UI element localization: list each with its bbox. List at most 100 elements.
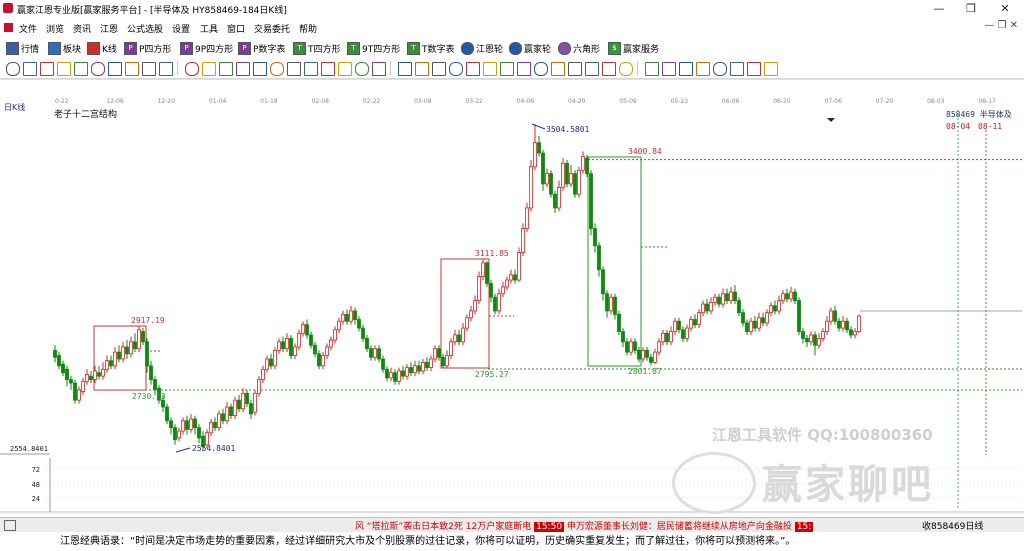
candle-body: [717, 296, 721, 305]
candle-body: [613, 296, 617, 315]
candle-body: [381, 358, 385, 370]
candle-body: [489, 283, 493, 298]
candle-body: [785, 293, 789, 300]
indicator-label: 老子十二宫结构: [54, 108, 117, 120]
candle-body: [789, 291, 793, 300]
candle-body: [285, 337, 289, 350]
candle-body: [81, 380, 85, 392]
candle-body: [89, 375, 93, 380]
candle-body: [457, 334, 461, 343]
candle-body: [417, 365, 421, 372]
price-label: 3400.84: [628, 147, 662, 156]
candle-body: [289, 337, 293, 356]
status-right-text: 收858469日线: [922, 522, 984, 532]
candle-body: [445, 355, 449, 367]
status-bar: 风 “塔拉斯”袭击日本致2死 12万户家庭断电 15:50 申万宏源董事长刘健：…: [0, 517, 1024, 532]
candle-body: [525, 207, 529, 229]
candle-body: [801, 331, 805, 339]
candle-body: [241, 392, 245, 410]
candle-body: [237, 399, 241, 410]
candle-body: [101, 368, 105, 377]
period-label: 日K线: [4, 102, 25, 112]
candle-body: [245, 392, 249, 405]
candle-body: [601, 269, 605, 295]
candle-body: [721, 293, 725, 305]
right-date-label: 08-11: [978, 122, 1002, 131]
candle-body: [441, 356, 445, 367]
candle-body: [633, 341, 637, 351]
candle-body: [65, 368, 69, 380]
candle-body: [153, 379, 157, 391]
candle-body: [713, 296, 717, 303]
candle-body: [73, 382, 77, 401]
candle-body: [437, 348, 441, 358]
candle-body: [305, 324, 309, 336]
candle-body: [637, 350, 641, 360]
price-label: 2801.87: [628, 367, 662, 376]
candle-body: [649, 356, 653, 363]
candle-body: [777, 300, 781, 312]
candle-body: [229, 406, 233, 417]
candle-body: [541, 152, 545, 185]
candle-body: [605, 293, 609, 312]
grid-icon[interactable]: [4, 520, 16, 531]
candle-body: [733, 291, 737, 302]
candle-body: [697, 312, 701, 326]
candle-body: [677, 320, 681, 331]
candle-body: [173, 427, 177, 441]
watermark-logo-text: 赢家聊吧: [762, 462, 934, 508]
price-label: 2554.8401: [192, 444, 236, 453]
candle-body: [93, 370, 97, 380]
news-ticker[interactable]: 风 “塔拉斯”袭击日本致2死 12万户家庭断电 15:50 申万宏源董事长刘健：…: [355, 519, 814, 532]
candle-body: [493, 296, 497, 312]
candle-body: [469, 310, 473, 319]
candle-body: [185, 420, 189, 430]
candle-body: [145, 341, 149, 367]
candle-body: [249, 403, 253, 415]
candle-body: [497, 293, 501, 312]
candle-body: [409, 367, 413, 374]
candle-body: [837, 320, 841, 329]
candle-body: [221, 413, 225, 422]
candle-body: [781, 293, 785, 302]
candle-body: [813, 334, 817, 346]
candle-body: [125, 346, 129, 355]
candle-body: [177, 430, 181, 439]
candle-body: [325, 346, 329, 356]
candle-body: [653, 351, 657, 363]
price-label: 3111.85: [475, 249, 509, 258]
candle-body: [513, 274, 517, 281]
candle-body: [273, 350, 277, 367]
candle-body: [321, 355, 325, 367]
candle-body: [109, 360, 113, 367]
candle-body: [429, 358, 433, 368]
candle-body: [685, 327, 689, 339]
candle-body: [725, 293, 729, 302]
candle-body: [117, 351, 121, 360]
candle-body: [669, 331, 673, 343]
candle-body: [209, 422, 213, 434]
candle-body: [485, 262, 489, 284]
candle-body: [765, 312, 769, 324]
candle-body: [809, 334, 813, 343]
candle-body: [545, 173, 549, 185]
candle-body: [85, 374, 89, 382]
candle-body: [689, 319, 693, 329]
candle-body: [197, 427, 201, 439]
candle-body: [349, 310, 353, 322]
candle-body: [537, 142, 541, 154]
candle-body: [533, 142, 537, 168]
candle-body: [657, 341, 661, 353]
candle-body: [517, 252, 521, 281]
candle-body: [217, 413, 221, 429]
candle-body: [313, 344, 317, 355]
candle-body: [253, 392, 257, 413]
candle-body: [257, 379, 261, 394]
gann-quote: 江恩经典语录：“时间是决定市场走势的重要因素，经过详细研究大市及个别股票的过往记…: [0, 532, 1024, 551]
candle-body: [281, 341, 285, 350]
candle-body: [345, 313, 349, 322]
candle-body: [825, 320, 829, 332]
candle-body: [121, 346, 125, 360]
candle-body: [297, 332, 301, 348]
candle-body: [337, 320, 341, 331]
